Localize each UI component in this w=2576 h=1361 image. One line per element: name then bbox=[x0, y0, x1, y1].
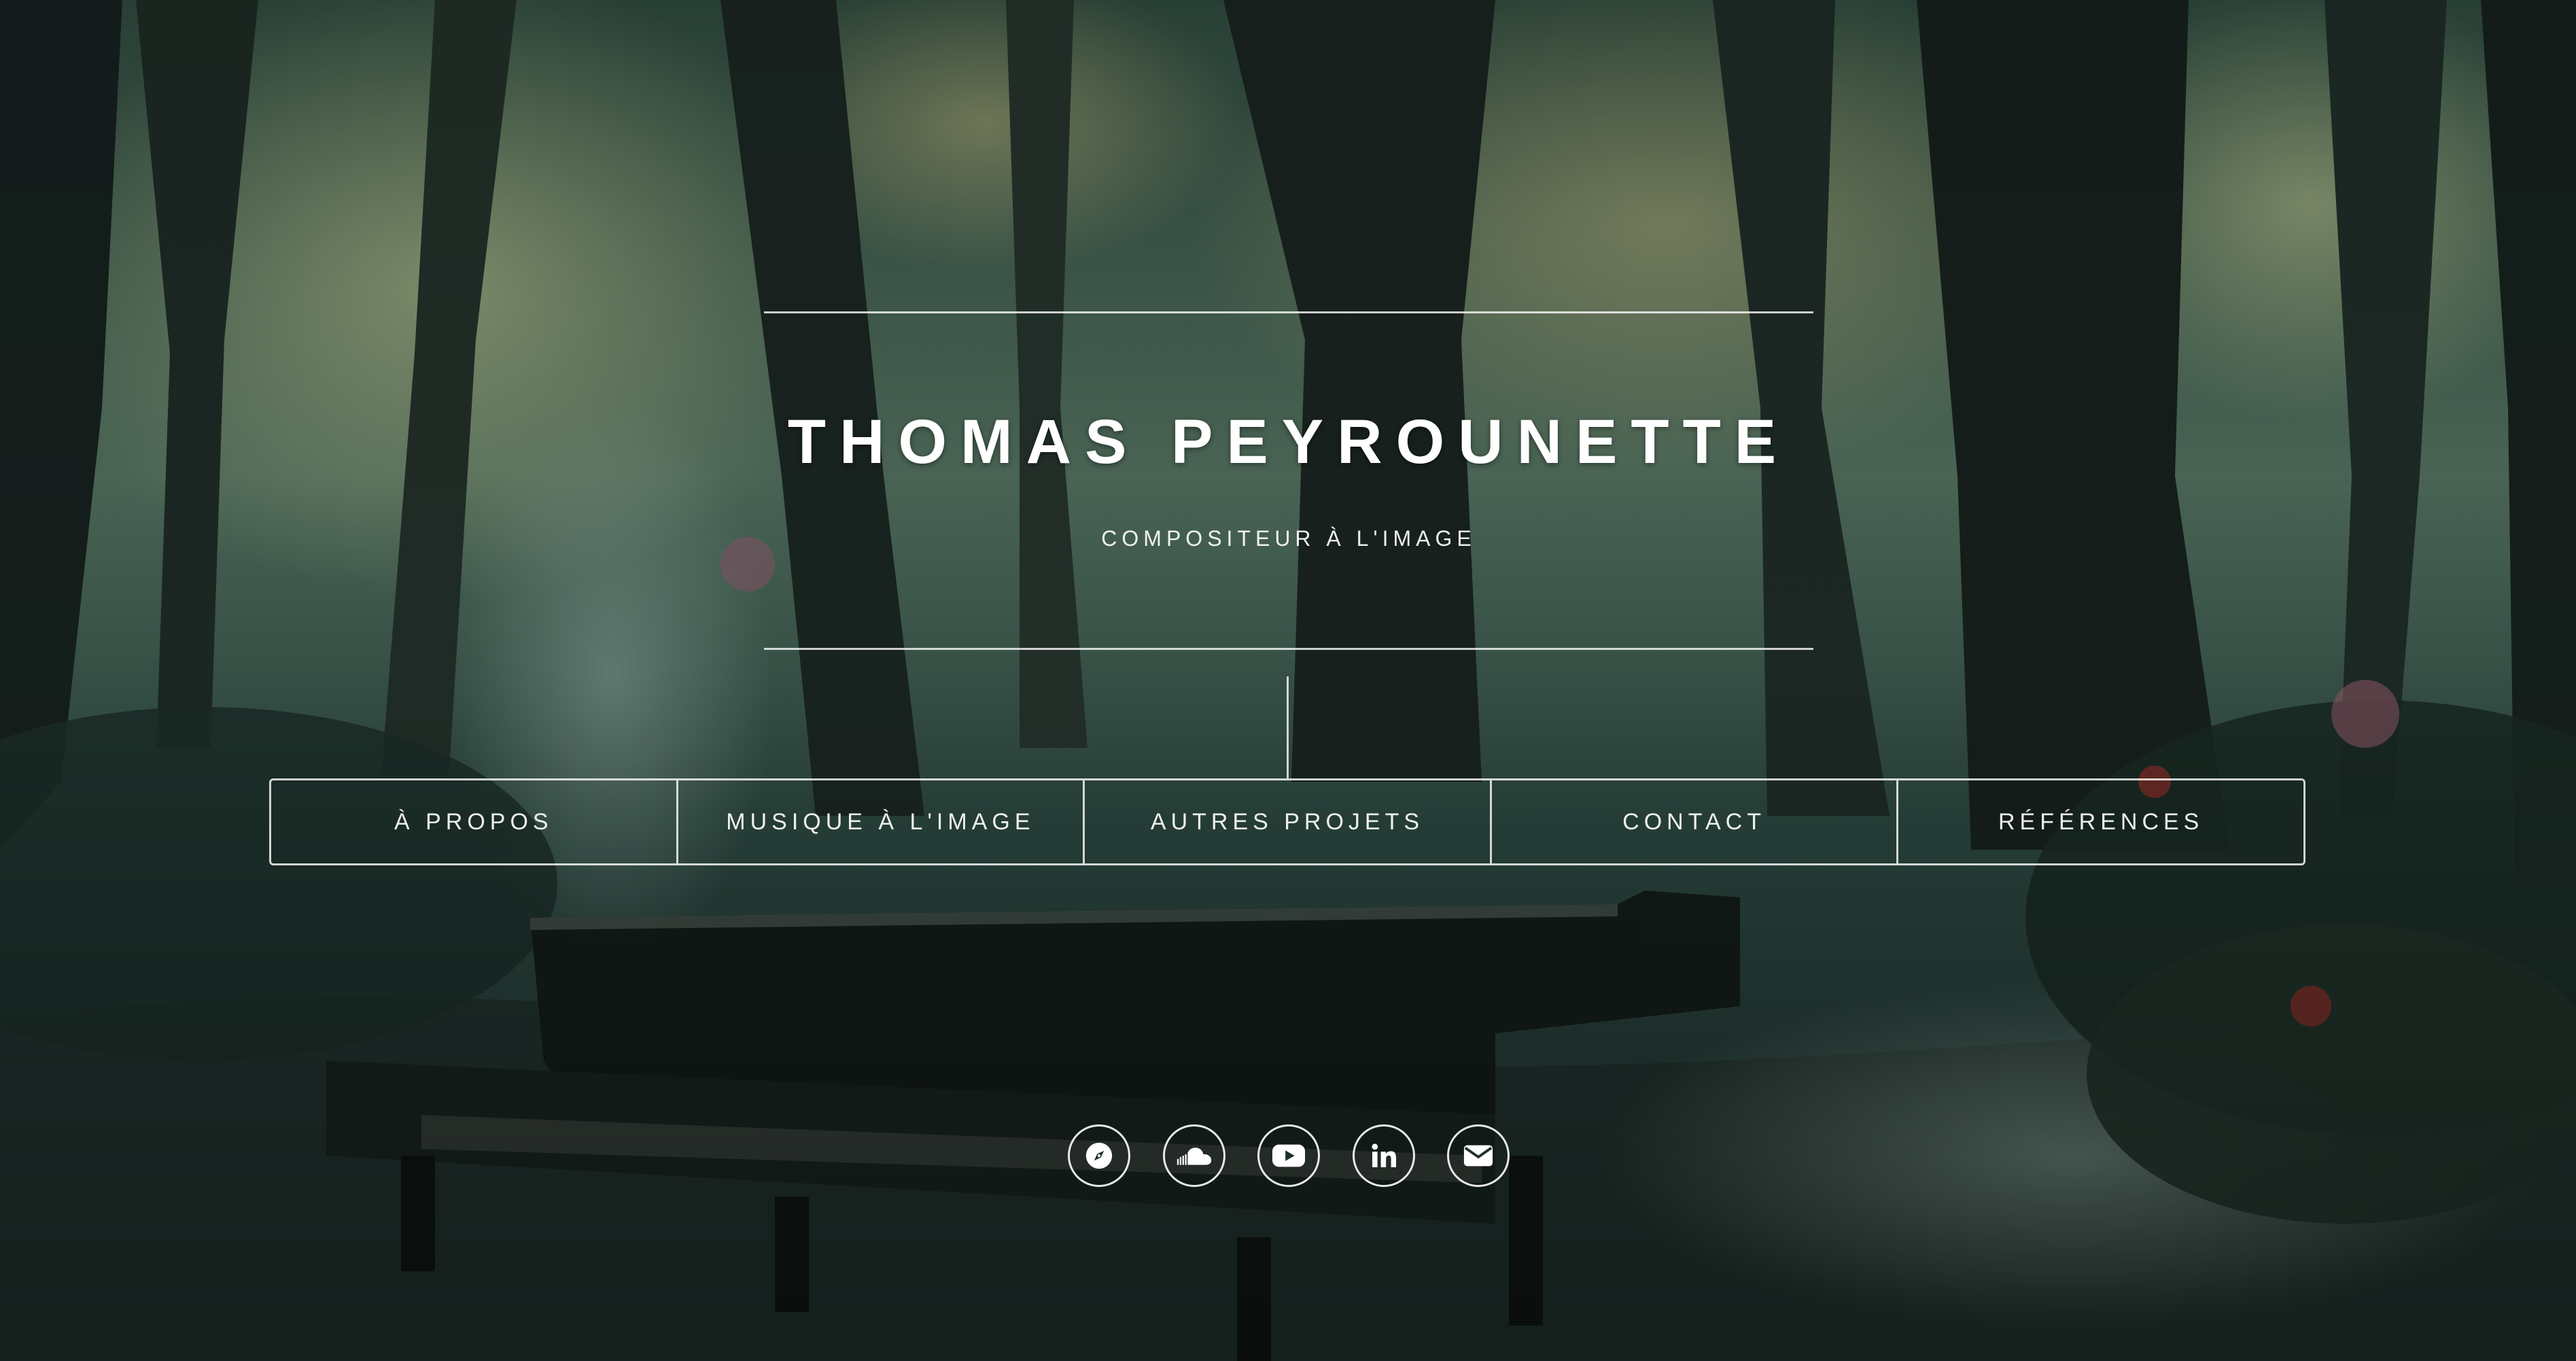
site-title: THOMAS PEYROUNETTE bbox=[787, 407, 1790, 477]
email-link-button[interactable] bbox=[1447, 1124, 1510, 1187]
title-top-divider bbox=[764, 311, 1813, 313]
social-links bbox=[1068, 1124, 1510, 1190]
title-bottom-divider bbox=[764, 648, 1813, 650]
main-navigation: À PROPOS MUSIQUE À L'IMAGE AUTRES PROJET… bbox=[269, 778, 2305, 865]
compass-link-button[interactable] bbox=[1068, 1124, 1130, 1187]
nav-item-autres-projets[interactable]: AUTRES PROJETS bbox=[1083, 780, 1490, 863]
compass-icon bbox=[1083, 1140, 1115, 1171]
youtube-link-button[interactable] bbox=[1257, 1124, 1320, 1187]
nav-item-musique-a-l-image[interactable]: MUSIQUE À L'IMAGE bbox=[676, 780, 1083, 863]
nav-item-a-propos[interactable]: À PROPOS bbox=[271, 780, 676, 863]
youtube-icon bbox=[1272, 1143, 1306, 1169]
site-subtitle: COMPOSITEUR À L'IMAGE bbox=[1101, 526, 1476, 551]
nav-item-references[interactable]: RÉFÉRENCES bbox=[1896, 780, 2303, 863]
envelope-icon bbox=[1463, 1143, 1494, 1168]
soundcloud-link-button[interactable] bbox=[1162, 1124, 1225, 1187]
linkedin-link-button[interactable] bbox=[1352, 1124, 1415, 1187]
nav-connector-line bbox=[1287, 676, 1289, 778]
page: THOMAS PEYROUNETTE COMPOSITEUR À L'IMAGE… bbox=[0, 0, 2576, 1361]
soundcloud-icon bbox=[1174, 1142, 1214, 1169]
nav-item-contact[interactable]: CONTACT bbox=[1489, 780, 1897, 863]
linkedin-icon bbox=[1370, 1142, 1397, 1169]
